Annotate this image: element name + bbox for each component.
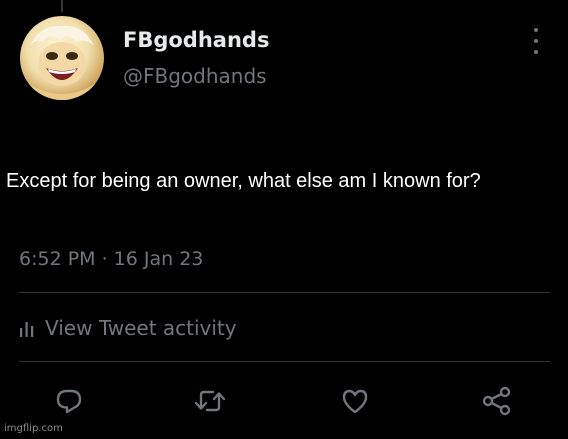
display-name[interactable]: FBgodhands: [123, 28, 269, 52]
share-icon: [482, 386, 511, 416]
watermark: imgflip.com: [4, 423, 63, 434]
divider: [19, 361, 550, 362]
share-button[interactable]: [480, 384, 514, 418]
retweet-button[interactable]: [193, 384, 227, 418]
heart-icon: [342, 389, 368, 414]
more-dot: [534, 39, 538, 43]
view-tweet-activity-button[interactable]: View Tweet activity: [19, 313, 237, 343]
avatar-image: [20, 25, 104, 100]
tweet-timestamp[interactable]: 6:52 PM · 16 Jan 23: [19, 248, 203, 270]
reply-icon: [56, 389, 82, 414]
more-dot: [534, 28, 538, 32]
more-dot: [534, 50, 538, 54]
bar-chart-icon: [19, 318, 35, 338]
like-button[interactable]: [338, 384, 372, 418]
avatar[interactable]: [20, 16, 104, 100]
user-handle[interactable]: @FBgodhands: [123, 64, 267, 88]
more-options-icon[interactable]: [526, 28, 546, 54]
retweet-icon: [194, 390, 226, 412]
thread-connector-line: [61, 0, 63, 12]
tweet-text: Except for being an owner, what else am …: [6, 170, 481, 192]
activity-label: View Tweet activity: [45, 316, 237, 340]
divider: [19, 292, 550, 293]
reply-button[interactable]: [52, 384, 86, 418]
